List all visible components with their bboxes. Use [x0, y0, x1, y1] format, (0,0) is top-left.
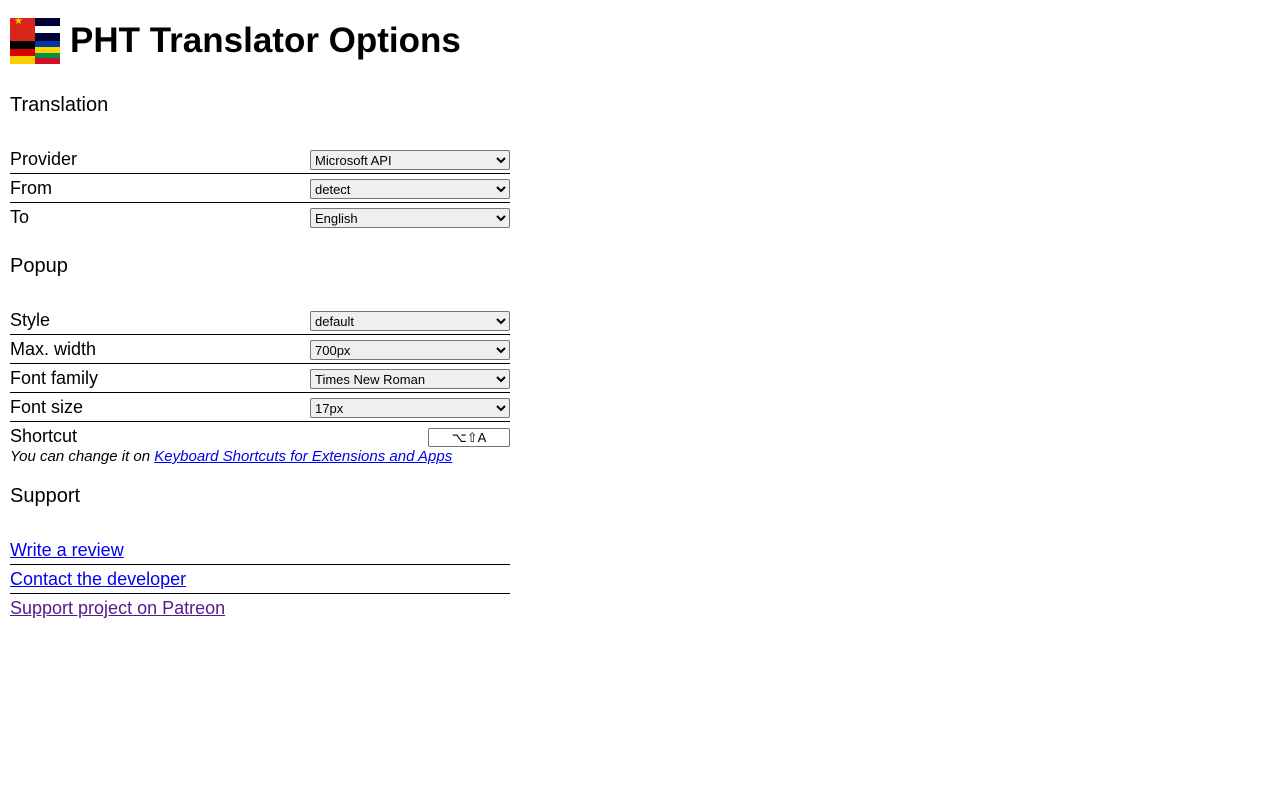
write-review-link[interactable]: Write a review: [10, 540, 124, 561]
style-select[interactable]: default: [310, 311, 510, 331]
from-label: From: [10, 178, 52, 199]
style-label: Style: [10, 310, 50, 331]
shortcut-hint-prefix: You can change it on: [10, 448, 154, 465]
contact-developer-link[interactable]: Contact the developer: [10, 569, 186, 590]
shortcut-input[interactable]: [428, 428, 510, 447]
to-label: To: [10, 207, 29, 228]
row-contact: Contact the developer: [10, 565, 510, 594]
page-header: PHT Translator Options: [10, 18, 1270, 64]
row-style: Style default: [10, 306, 510, 335]
shortcut-hint: You can change it on Keyboard Shortcuts …: [10, 448, 510, 465]
shortcut-label: Shortcut: [10, 426, 77, 447]
row-patreon: Support project on Patreon: [10, 594, 510, 622]
section-popup-title: Popup: [10, 255, 510, 278]
row-fontfamily: Font family Times New Roman: [10, 364, 510, 393]
shortcut-hint-link[interactable]: Keyboard Shortcuts for Extensions and Ap…: [154, 448, 452, 465]
maxwidth-select[interactable]: 700px: [310, 340, 510, 360]
provider-select[interactable]: Microsoft API: [310, 150, 510, 170]
from-select[interactable]: detect: [310, 179, 510, 199]
fontfamily-label: Font family: [10, 368, 98, 389]
row-review: Write a review: [10, 536, 510, 565]
fontsize-label: Font size: [10, 397, 83, 418]
maxwidth-label: Max. width: [10, 339, 96, 360]
to-select[interactable]: English: [310, 208, 510, 228]
row-provider: Provider Microsoft API: [10, 145, 510, 174]
provider-label: Provider: [10, 149, 77, 170]
fontfamily-select[interactable]: Times New Roman: [310, 369, 510, 389]
section-support-title: Support: [10, 485, 510, 508]
page-title: PHT Translator Options: [70, 21, 461, 61]
settings-container: Translation Provider Microsoft API From …: [10, 94, 510, 622]
section-translation-title: Translation: [10, 94, 510, 117]
row-maxwidth: Max. width 700px: [10, 335, 510, 364]
patreon-link[interactable]: Support project on Patreon: [10, 598, 225, 619]
row-to: To English: [10, 203, 510, 231]
row-from: From detect: [10, 174, 510, 203]
row-fontsize: Font size 17px: [10, 393, 510, 422]
app-logo-icon: [10, 18, 60, 64]
fontsize-select[interactable]: 17px: [310, 398, 510, 418]
row-shortcut: Shortcut: [10, 422, 510, 450]
